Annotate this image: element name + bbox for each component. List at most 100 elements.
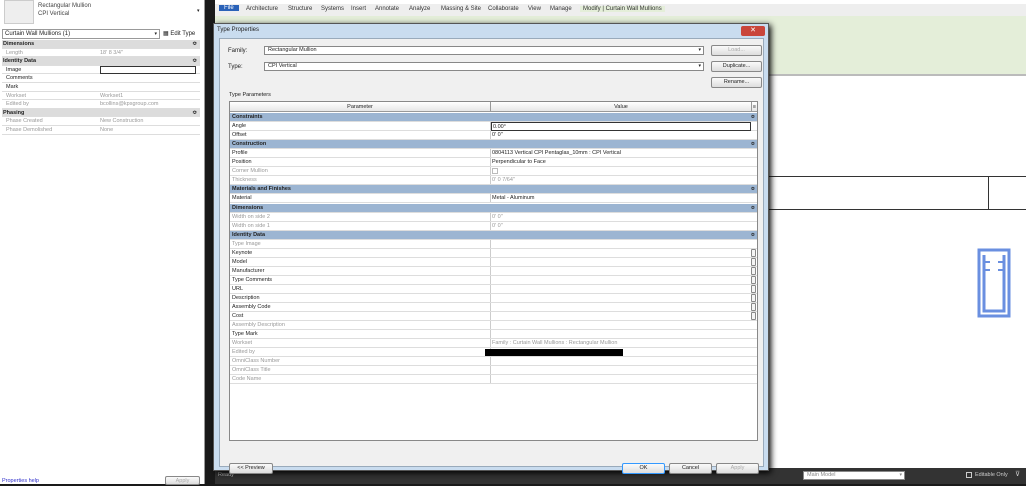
edit-value-button[interactable] — [751, 312, 756, 321]
property-row[interactable]: Mark — [2, 83, 200, 92]
parameter-row[interactable]: Type Comments — [230, 275, 757, 285]
tab-collaborate[interactable]: Collaborate — [488, 6, 519, 12]
tab-insert[interactable]: Insert — [351, 6, 366, 12]
tab-architecture[interactable]: Architecture — [246, 6, 278, 12]
parameter-value[interactable]: 0804113 Vertical CPI Pentaglas_10mm : CP… — [492, 149, 621, 157]
collapse-icon[interactable]: ≎ — [751, 231, 755, 239]
parameter-row[interactable]: Corner Mullion — [230, 167, 757, 177]
parameter-row[interactable]: Position Perpendicular to Face — [230, 158, 757, 168]
parameter-row[interactable]: Edited by — [230, 348, 757, 358]
edit-value-button[interactable] — [751, 303, 756, 312]
property-row[interactable]: Phase Demolished None — [2, 126, 200, 135]
parameter-row[interactable]: Offset 0' 0" — [230, 131, 757, 141]
collapse-icon[interactable]: ≎ — [192, 109, 197, 117]
tab-systems[interactable]: Systems — [321, 6, 344, 12]
edit-value-button[interactable] — [751, 275, 756, 284]
parameter-row[interactable]: Keynote — [230, 248, 757, 258]
property-value[interactable] — [100, 65, 196, 74]
parameter-row[interactable]: Thickness 0' 0 7/64" — [230, 176, 757, 186]
family-name: Rectangular Mullion — [38, 3, 92, 9]
editable-only-checkbox[interactable] — [966, 472, 972, 478]
group-header[interactable]: Construction ≎ — [230, 140, 757, 150]
properties-help-link[interactable]: Properties help — [2, 478, 39, 484]
tab-annotate[interactable]: Annotate — [375, 6, 399, 12]
property-row[interactable]: Comments — [2, 74, 200, 83]
parameter-value[interactable]: Perpendicular to Face — [492, 158, 546, 166]
tab-view[interactable]: View — [528, 6, 541, 12]
collapse-icon[interactable]: ≎ — [751, 185, 755, 193]
load-button[interactable]: Load... — [711, 45, 762, 56]
collapse-icon[interactable]: ≎ — [192, 57, 197, 65]
group-header[interactable]: Constraints ≎ — [230, 113, 757, 122]
property-row[interactable]: Length 18' 8 3/4" — [2, 49, 200, 58]
tab-modify-curtain-wall-mullions[interactable]: Modify | Curtain Wall Mullions — [580, 6, 665, 12]
parameter-row[interactable]: Description — [230, 294, 757, 303]
tab-structure[interactable]: Structure — [288, 6, 312, 12]
property-value[interactable]: bcollins@kpsgroup.com — [100, 100, 158, 108]
parameter-value[interactable]: Metal - Aluminum — [492, 194, 535, 202]
group-header[interactable]: Materials and Finishes ≎ — [230, 185, 757, 195]
parameter-row[interactable]: Angle 0.00° — [230, 122, 757, 132]
edit-value-button[interactable] — [751, 248, 756, 257]
parameter-row[interactable]: URL — [230, 284, 757, 294]
filter-icon[interactable]: ⊽ — [1015, 470, 1020, 478]
instance-filter-dropdown[interactable]: Curtain Wall Mullions (1) ▾ — [2, 29, 160, 39]
edit-value-button[interactable] — [751, 257, 756, 266]
parameter-row[interactable]: Width on side 1 0' 0" — [230, 221, 757, 231]
tab-file[interactable]: File — [219, 5, 239, 11]
edit-value-button[interactable] — [751, 284, 756, 293]
parameter-value[interactable]: 0' 0" — [492, 131, 503, 139]
parameter-row[interactable]: Profile 0804113 Vertical CPI Pentaglas_10… — [230, 149, 757, 159]
collapse-icon[interactable]: ≎ — [751, 113, 755, 121]
group-header[interactable]: Dimensions ≎ — [230, 203, 757, 213]
property-value[interactable]: Workset1 — [100, 92, 123, 100]
type-dropdown[interactable]: CPI Vertical ▾ — [264, 62, 704, 71]
family-dropdown[interactable]: Rectangular Mullion ▾ — [264, 46, 704, 55]
parameter-row[interactable]: Width on side 2 0' 0" — [230, 212, 757, 222]
ok-button[interactable]: OK — [622, 463, 665, 474]
duplicate-button[interactable]: Duplicate... — [711, 61, 762, 72]
parameter-row[interactable]: Type Image — [230, 239, 757, 249]
tab-massing-site[interactable]: Massing & Site — [441, 6, 481, 12]
active-workset-dropdown[interactable]: Main Model ▾ — [803, 471, 905, 480]
parameter-row[interactable]: Type Mark — [230, 330, 757, 340]
property-value[interactable]: New Construction — [100, 117, 143, 125]
parameter-row[interactable]: OmniClass Number — [230, 357, 757, 367]
cancel-button[interactable]: Cancel — [669, 463, 712, 474]
collapse-all-icon[interactable]: ≡ — [750, 102, 756, 112]
parameter-row[interactable]: Assembly Description — [230, 321, 757, 331]
property-row[interactable]: Phase Created New Construction — [2, 117, 200, 126]
apply-button[interactable]: Apply — [716, 463, 759, 474]
parameter-row[interactable]: Assembly Code — [230, 303, 757, 313]
edit-value-button[interactable] — [751, 294, 756, 302]
preview-button[interactable]: << Preview — [229, 463, 273, 474]
group-header[interactable]: Dimensions ≎ — [2, 40, 200, 49]
group-header[interactable]: Identity Data ≎ — [230, 230, 757, 240]
parameter-row[interactable]: Model — [230, 257, 757, 267]
parameter-value[interactable]: 0.00° — [491, 122, 751, 132]
parameter-row[interactable]: Material Metal - Aluminum — [230, 194, 757, 204]
group-header[interactable]: Phasing ≎ — [2, 108, 200, 118]
property-row[interactable]: Edited by bcollins@kpsgroup.com — [2, 100, 200, 109]
property-value[interactable]: None — [100, 126, 113, 134]
property-name: Phasing — [3, 109, 25, 116]
parameter-row[interactable]: Workset Family : Curtain Wall Mullions : … — [230, 339, 757, 349]
type-dropdown-icon[interactable]: ▾ — [197, 8, 200, 14]
property-row[interactable]: Image — [2, 65, 200, 75]
close-button[interactable]: ✕ — [741, 26, 765, 36]
rename-button[interactable]: Rename... — [711, 77, 762, 88]
edit-type-button[interactable]: ▦ Edit Type — [163, 29, 195, 39]
parameter-row[interactable]: Code Name — [230, 375, 757, 385]
parameter-row[interactable]: Cost — [230, 312, 757, 322]
collapse-icon[interactable]: ≎ — [751, 204, 755, 212]
property-value[interactable]: 18' 8 3/4" — [100, 49, 123, 57]
parameter-row[interactable]: Manufacturer — [230, 266, 757, 276]
tab-manage[interactable]: Manage — [550, 6, 572, 12]
property-row[interactable]: Workset Workset1 — [2, 92, 200, 101]
edit-value-button[interactable] — [751, 266, 756, 275]
collapse-icon[interactable]: ≎ — [192, 40, 197, 48]
collapse-icon[interactable]: ≎ — [751, 140, 755, 148]
parameter-row[interactable]: OmniClass Title — [230, 366, 757, 376]
group-header[interactable]: Identity Data ≎ — [2, 57, 200, 66]
tab-analyze[interactable]: Analyze — [409, 6, 430, 12]
